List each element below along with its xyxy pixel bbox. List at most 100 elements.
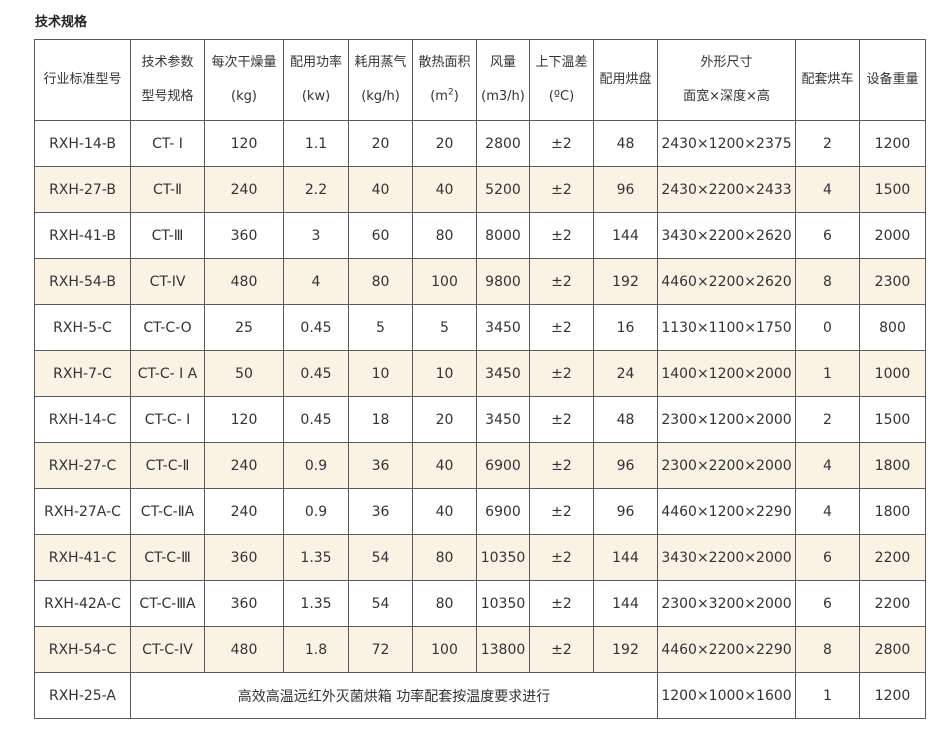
cell-power: 2.2 [283, 166, 349, 213]
cell-power: 4 [283, 258, 349, 305]
cell-model: RXH-7-C [34, 350, 131, 397]
cell-airflow: 3450 [476, 304, 530, 351]
cell-model: RXH-41-C [34, 534, 131, 581]
cell-spec: CT-C-O [130, 304, 205, 351]
cell-airflow: 3450 [476, 396, 530, 443]
cell-airflow: 10350 [476, 580, 530, 627]
header-spec: 技术参数 型号规格 [130, 39, 205, 121]
cell-weight: 1000 [859, 350, 926, 397]
header-capacity: 每次干燥量 (kg) [204, 39, 284, 121]
cell-carts: 4 [795, 488, 860, 535]
cell-weight: 2300 [859, 258, 926, 305]
cell-airflow: 13800 [476, 626, 530, 673]
cell-model: RXH-42A-C [34, 580, 131, 627]
cell-spec: CT-C- I A [130, 350, 205, 397]
cell-dims: 4460×2200×2620 [657, 258, 796, 305]
cell-steam: 36 [348, 488, 413, 535]
cell-power: 0.9 [283, 442, 349, 489]
cell-steam: 36 [348, 442, 413, 489]
cell-weight: 2200 [859, 534, 926, 581]
cell-model: RXH-54-B [34, 258, 131, 305]
cell-steam: 10 [348, 350, 413, 397]
cell-trays: 144 [593, 580, 658, 627]
cell-model: RXH-25-A [34, 672, 131, 719]
cell-airflow: 6900 [476, 442, 530, 489]
header-area-unit: (m2) [430, 87, 459, 104]
cell-temp: ±2 [529, 212, 594, 259]
cell-trays: 48 [593, 396, 658, 443]
table-row: RXH-42A-C CT-C-ⅢA 360 1.35 54 80 10350 ±2 144 230… [34, 580, 926, 627]
header-carts: 配套烘车 [795, 39, 860, 121]
cell-dims: 4460×2200×2290 [657, 626, 796, 673]
section-title: 技术规格 [35, 15, 88, 30]
cell-capacity: 25 [204, 304, 284, 351]
cell-trays: 96 [593, 442, 658, 489]
cell-area: 100 [412, 258, 477, 305]
table-row: RXH-5-C CT-C-O 25 0.45 5 5 3450 ±2 16 1130×1100×1… [34, 304, 926, 351]
cell-spec: CT- I [130, 120, 205, 167]
header-area: 散热面积 (m2) [412, 39, 477, 121]
cell-carts: 0 [795, 304, 860, 351]
cell-temp: ±2 [529, 488, 594, 535]
cell-steam: 18 [348, 396, 413, 443]
cell-airflow: 8000 [476, 212, 530, 259]
cell-area: 20 [412, 120, 477, 167]
cell-spec: CT-Ⅱ [130, 166, 205, 213]
cell-model: RXH-14-C [34, 396, 131, 443]
header-airflow: 风量 (m3/h) [476, 39, 530, 121]
cell-capacity: 360 [204, 580, 284, 627]
header-steam: 耗用蒸气 (kg/h) [348, 39, 413, 121]
cell-temp: ±2 [529, 350, 594, 397]
cell-capacity: 50 [204, 350, 284, 397]
cell-airflow: 5200 [476, 166, 530, 213]
cell-temp: ±2 [529, 534, 594, 581]
cell-power: 0.9 [283, 488, 349, 535]
cell-area: 20 [412, 396, 477, 443]
header-weight: 设备重量 [859, 39, 926, 121]
cell-model: RXH-41-B [34, 212, 131, 259]
cell-steam: 54 [348, 534, 413, 581]
cell-model: RXH-5-C [34, 304, 131, 351]
cell-weight: 2000 [859, 212, 926, 259]
cell-carts: 6 [795, 212, 860, 259]
header-temp: 上下温差 (ºC) [529, 39, 594, 121]
cell-airflow: 2800 [476, 120, 530, 167]
cell-trays: 24 [593, 350, 658, 397]
cell-power: 1.35 [283, 580, 349, 627]
cell-carts: 6 [795, 534, 860, 581]
cell-model: RXH-27-B [34, 166, 131, 213]
cell-steam: 20 [348, 120, 413, 167]
cell-dims: 2430×1200×2375 [657, 120, 796, 167]
cell-temp: ±2 [529, 304, 594, 351]
table-header-row: 行业标准型号 技术参数 型号规格 每次干燥量 (kg) 配用功率 (kw) 耗用… [34, 39, 926, 121]
header-power: 配用功率 (kw) [283, 39, 349, 121]
cell-trays: 48 [593, 120, 658, 167]
cell-area: 10 [412, 350, 477, 397]
cell-spec: CT-C-Ⅱ [130, 442, 205, 489]
cell-power: 0.45 [283, 396, 349, 443]
cell-dims: 1130×1100×1750 [657, 304, 796, 351]
cell-dims: 2300×1200×2000 [657, 396, 796, 443]
cell-carts: 4 [795, 442, 860, 489]
cell-spec: CT-C-ⅢA [130, 580, 205, 627]
cell-airflow: 6900 [476, 488, 530, 535]
cell-dims: 1200×1000×1600 [657, 672, 796, 719]
cell-spec: CT-IV [130, 258, 205, 305]
cell-steam: 40 [348, 166, 413, 213]
cell-area: 80 [412, 212, 477, 259]
cell-dims: 1400×1200×2000 [657, 350, 796, 397]
cell-capacity: 240 [204, 166, 284, 213]
cell-steam: 5 [348, 304, 413, 351]
cell-temp: ±2 [529, 626, 594, 673]
cell-capacity: 240 [204, 442, 284, 489]
cell-spec: CT-C-IV [130, 626, 205, 673]
cell-area: 5 [412, 304, 477, 351]
cell-capacity: 480 [204, 258, 284, 305]
cell-carts: 6 [795, 580, 860, 627]
cell-carts: 2 [795, 396, 860, 443]
cell-carts: 1 [795, 672, 860, 719]
table-row: RXH-27A-C CT-C-ⅡA 240 0.9 36 40 6900 ±2 96 4460×1… [34, 488, 926, 535]
table-row: RXH-25-A 高效高温远红外灭菌烘箱 功率配套按温度要求进行 1200×1000… [34, 672, 926, 719]
cell-area: 100 [412, 626, 477, 673]
spec-table: 行业标准型号 技术参数 型号规格 每次干燥量 (kg) 配用功率 (kw) 耗用… [34, 39, 926, 719]
